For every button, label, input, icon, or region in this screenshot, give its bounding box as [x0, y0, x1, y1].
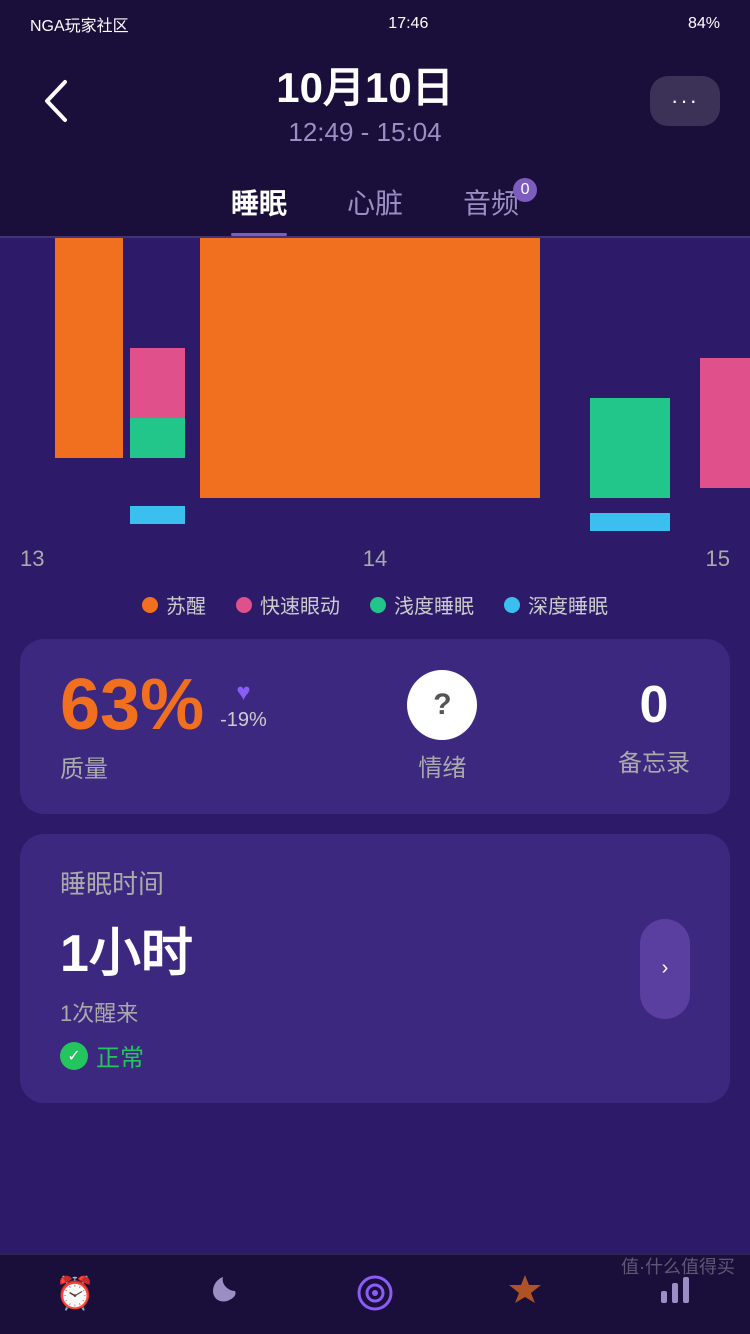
quality-change: ♥ -19% [220, 679, 267, 732]
status-bar: NGA玩家社区 17:46 84% [0, 0, 750, 44]
heart-icon: ♥ [236, 679, 250, 707]
legend-dot-awake [142, 597, 158, 613]
goals-icon [507, 1271, 543, 1314]
quality-change-value: -19% [220, 709, 267, 732]
nav-item-tracking[interactable] [315, 1273, 435, 1313]
chart-label-13: 13 [20, 546, 44, 572]
legend-rem: 快速眼动 [236, 590, 340, 619]
quality-label: 质量 [60, 749, 108, 784]
sleep-info: 睡眠时间 1小时 1次醒来 ✓ 正常 [60, 864, 193, 1073]
watermark: 值·什么值得买 [621, 1253, 735, 1279]
moon-icon [207, 1271, 243, 1314]
battery-label: 84% [688, 15, 720, 33]
status-check-icon: ✓ [60, 1042, 88, 1070]
header-time-range: 12:49 - 15:04 [276, 117, 453, 148]
legend-dot-deep [504, 597, 520, 613]
time-label: 17:46 [388, 15, 428, 33]
legend-dot-rem [236, 597, 252, 613]
header-center: 10月10日 12:49 - 15:04 [276, 54, 453, 148]
header-date: 10月10日 [276, 54, 453, 115]
chart-legend: 苏醒 快速眼动 浅度睡眠 深度睡眠 [0, 580, 750, 639]
chart-svg [0, 238, 750, 538]
stats-card: 63% ♥ -19% 质量 ? 情绪 0 备忘录 [20, 639, 730, 814]
legend-deep: 深度睡眠 [504, 590, 608, 619]
mood-label: 情绪 [418, 748, 466, 783]
bottom-nav: ⏰ 值 [0, 1254, 750, 1334]
stat-quality: 63% ♥ -19% 质量 [60, 669, 267, 784]
tab-audio-badge: 0 [513, 178, 537, 202]
tab-bar: 睡眠 心脏 音频 0 [0, 168, 750, 236]
legend-light: 浅度睡眠 [370, 590, 474, 619]
legend-label-light: 浅度睡眠 [394, 590, 474, 619]
more-button[interactable]: ··· [650, 76, 720, 126]
sleep-title: 睡眠时间 [60, 864, 193, 901]
sleep-scroll-indicator[interactable]: › [640, 919, 690, 1019]
notes-value: 0 [640, 675, 669, 735]
mood-icon: ? [433, 688, 451, 722]
chevron-right-icon: › [662, 957, 669, 980]
nav-item-sleep[interactable] [165, 1271, 285, 1314]
chart-x-labels: 13 14 15 [0, 538, 750, 580]
tracking-icon [355, 1273, 395, 1313]
notes-label: 备忘录 [618, 743, 690, 778]
carrier-label: NGA玩家社区 [30, 12, 129, 36]
chart-label-14: 14 [363, 546, 387, 572]
sleep-status: ✓ 正常 [60, 1038, 193, 1073]
mood-icon-circle: ? [407, 670, 477, 740]
status-text: 正常 [96, 1038, 144, 1073]
sleep-chart [0, 238, 750, 538]
stat-notes[interactable]: 0 备忘录 [618, 675, 690, 778]
quality-row: 63% ♥ -19% [60, 669, 267, 741]
tab-heart[interactable]: 心脏 [347, 168, 403, 236]
legend-label-deep: 深度睡眠 [528, 590, 608, 619]
chart-label-15: 15 [706, 546, 730, 572]
tab-sleep[interactable]: 睡眠 [231, 168, 287, 236]
sleep-duration: 1小时 [60, 911, 193, 986]
alarm-icon: ⏰ [55, 1274, 95, 1312]
nav-item-alarm[interactable]: ⏰ [15, 1274, 135, 1312]
sleep-wakeups: 1次醒来 [60, 996, 193, 1028]
nav-item-goals[interactable] [465, 1271, 585, 1314]
legend-label-rem: 快速眼动 [260, 590, 340, 619]
quality-percent: 63% [60, 669, 204, 741]
sleep-card[interactable]: 睡眠时间 1小时 1次醒来 ✓ 正常 › [20, 834, 730, 1103]
back-button[interactable] [30, 76, 80, 126]
tab-audio[interactable]: 音频 0 [463, 168, 519, 236]
stat-mood[interactable]: ? 情绪 [407, 670, 477, 783]
legend-label-awake: 苏醒 [166, 590, 206, 619]
legend-dot-light [370, 597, 386, 613]
legend-awake: 苏醒 [142, 590, 206, 619]
header: 10月10日 12:49 - 15:04 ··· [0, 44, 750, 168]
chart-section: 13 14 15 苏醒 快速眼动 浅度睡眠 深度睡眠 [0, 238, 750, 639]
